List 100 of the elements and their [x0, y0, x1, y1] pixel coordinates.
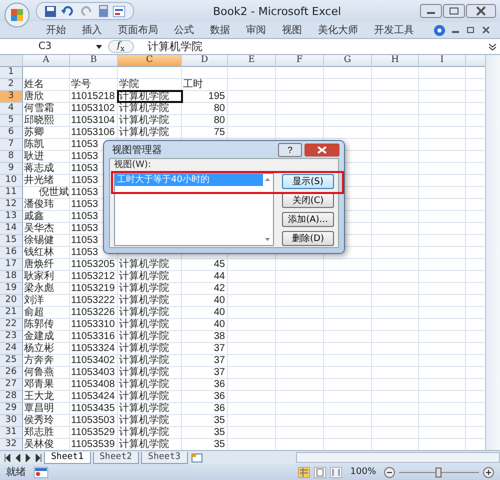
row-header[interactable]: 2 — [0, 79, 23, 91]
sheet-tab[interactable]: Sheet3 — [141, 452, 188, 464]
row-header[interactable]: 14 — [0, 223, 23, 235]
column-header[interactable]: H — [372, 55, 419, 67]
macro-record-icon[interactable] — [34, 466, 48, 478]
row-header[interactable]: 10 — [0, 175, 23, 187]
close-icon[interactable] — [304, 142, 340, 156]
zoom-slider[interactable] — [399, 466, 479, 478]
restore-icon[interactable] — [467, 26, 475, 34]
minimize-icon[interactable] — [420, 4, 442, 18]
ribbon-tab[interactable]: 审阅 — [238, 23, 274, 37]
ribbon-tab[interactable]: 开发工具 — [366, 23, 422, 37]
row-header[interactable]: 27 — [0, 379, 23, 391]
column-header[interactable]: G — [324, 55, 372, 67]
ribbon-tab[interactable]: 视图 — [274, 23, 310, 37]
column-header[interactable]: C — [118, 55, 182, 67]
row-header[interactable]: 31 — [0, 427, 23, 439]
row-header[interactable]: 26 — [0, 367, 23, 379]
close-icon[interactable] — [466, 4, 496, 18]
row-header[interactable]: 19 — [0, 283, 23, 295]
sheet-navigation-icon[interactable] — [4, 454, 42, 462]
page-layout-icon[interactable] — [314, 466, 326, 478]
row-header[interactable]: 5 — [0, 115, 23, 127]
table-cell-text: 11053529 — [70, 427, 116, 438]
sheet-tab[interactable]: Sheet2 — [92, 452, 140, 464]
ribbon-tab[interactable]: 开始 — [38, 23, 74, 37]
row-header[interactable]: 7 — [0, 139, 23, 151]
column-header[interactable]: F — [276, 55, 324, 67]
row-header[interactable]: 23 — [0, 331, 23, 343]
column-header[interactable]: I — [419, 55, 466, 67]
calculator-icon[interactable] — [99, 5, 108, 17]
row-header[interactable]: 21 — [0, 307, 23, 319]
table-cell-text: 郑志胜 — [23, 427, 55, 438]
row-header[interactable]: 4 — [0, 103, 23, 115]
name-box[interactable]: C3 — [0, 41, 90, 52]
scroll-up-icon[interactable] — [265, 178, 270, 181]
row-header[interactable]: 22 — [0, 319, 23, 331]
row-header[interactable]: 16 — [0, 247, 23, 259]
table-cell-text: 11053 — [70, 187, 100, 198]
dialog-button[interactable]: 关闭(C) — [282, 193, 334, 208]
row-header[interactable]: 25 — [0, 355, 23, 367]
row-header[interactable]: 18 — [0, 271, 23, 283]
column-header[interactable]: D — [182, 55, 228, 67]
insert-sheet-icon[interactable] — [190, 452, 204, 462]
expand-icon[interactable] — [489, 42, 496, 50]
dropdown-arrow-icon[interactable] — [96, 44, 102, 48]
row-header[interactable]: 30 — [0, 415, 23, 427]
row-header[interactable]: 9 — [0, 163, 23, 175]
horizontal-scrollbar[interactable] — [296, 452, 500, 463]
row-header[interactable]: 28 — [0, 391, 23, 403]
dialog-button[interactable]: 添加(A)... — [282, 212, 334, 227]
table-cell-text: 11053 — [70, 163, 100, 174]
page-break-icon[interactable] — [330, 466, 342, 478]
table-cell-text: 11053205 — [70, 259, 116, 270]
row-header[interactable]: 15 — [0, 235, 23, 247]
row-header[interactable]: 13 — [0, 211, 23, 223]
ribbon-tab[interactable]: 页面布局 — [110, 23, 166, 37]
help-icon[interactable] — [434, 24, 445, 36]
save-icon[interactable] — [45, 6, 56, 16]
table-cell-text: 37 — [212, 367, 226, 378]
column-header[interactable]: A — [23, 55, 70, 67]
slider-thumb[interactable] — [436, 467, 442, 477]
ribbon-tab[interactable]: 插入 — [74, 23, 110, 37]
dialog-button[interactable]: 删除(D) — [282, 231, 334, 246]
sheet-tab[interactable]: Sheet1 — [44, 452, 91, 464]
row-header[interactable]: 29 — [0, 403, 23, 415]
ribbon-tab[interactable]: 数据 — [202, 23, 238, 37]
ribbon-tab[interactable]: 公式 — [166, 23, 202, 37]
row-header[interactable]: 20 — [0, 295, 23, 307]
help-button[interactable]: ? — [278, 142, 302, 156]
zoom-out-icon[interactable] — [384, 466, 395, 478]
row-header[interactable]: 32 — [0, 439, 23, 450]
insert-function-button[interactable]: f$_{x}$ — [108, 40, 134, 54]
scroll-down-icon[interactable] — [265, 238, 270, 241]
row-header[interactable]: 17 — [0, 259, 23, 271]
zoom-in-icon[interactable] — [483, 466, 494, 478]
ribbon-tab[interactable]: 美化大师 — [310, 23, 366, 37]
column-header[interactable]: B — [70, 55, 118, 67]
row-header[interactable]: 1 — [0, 67, 23, 79]
row-header[interactable]: 6 — [0, 127, 23, 139]
table-cell-text: 11053 — [70, 139, 100, 150]
vertical-scrollbar[interactable] — [485, 55, 500, 450]
table-cell-text: 陈凯 — [23, 139, 45, 150]
row-header[interactable]: 3 — [0, 91, 23, 103]
row-header[interactable]: 12 — [0, 199, 23, 211]
row-header[interactable]: 8 — [0, 151, 23, 163]
row-header[interactable]: 11 — [0, 187, 23, 199]
close-icon[interactable] — [482, 26, 490, 34]
undo-icon[interactable] — [61, 6, 75, 16]
formula-field[interactable]: 计算机学院 — [140, 39, 483, 54]
zoom-level[interactable]: 100% — [346, 467, 380, 477]
dialog-button[interactable]: 显示(S) — [282, 174, 334, 189]
column-header[interactable]: E — [228, 55, 276, 67]
row-header[interactable]: 24 — [0, 343, 23, 355]
form-icon[interactable] — [113, 6, 125, 16]
normal-view-icon[interactable] — [298, 466, 310, 478]
table-cell-text: 11053226 — [70, 307, 116, 318]
table-cell-text: 计算机学院 — [118, 127, 170, 138]
restore-icon[interactable] — [443, 4, 465, 18]
table-cell-text: 耿家利 — [23, 271, 55, 282]
